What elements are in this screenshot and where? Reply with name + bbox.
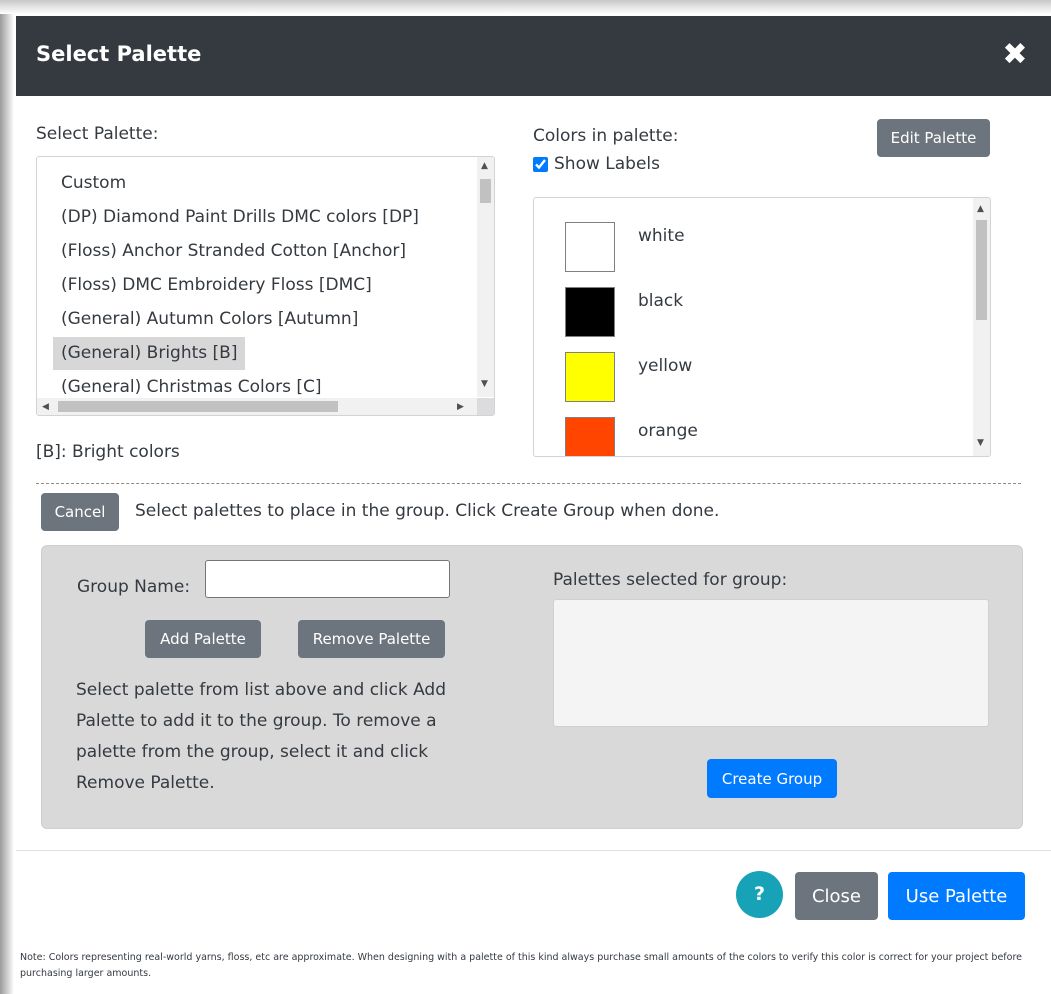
group-palettes-list[interactable] (553, 599, 989, 727)
show-labels-label: Show Labels (554, 154, 660, 174)
remove-palette-button[interactable]: Remove Palette (298, 620, 445, 658)
colors-vertical-scrollbar[interactable]: ▲ ▼ (973, 198, 990, 456)
dialog-title: Select Palette (36, 42, 202, 66)
scroll-down-arrow-icon[interactable]: ▼ (481, 379, 488, 389)
add-palette-button[interactable]: Add Palette (145, 620, 261, 658)
palette-list-horizontal-scrollbar[interactable]: ◀ ▶ (37, 398, 477, 415)
color-label: white (638, 226, 685, 246)
palette-listbox[interactable]: Custom (DP) Diamond Paint Drills DMC colo… (36, 156, 495, 416)
create-group-button[interactable]: Create Group (707, 759, 837, 798)
palettes-selected-label: Palettes selected for group: (553, 570, 788, 590)
color-label: black (638, 291, 684, 311)
palette-list-scroll-thumb[interactable] (480, 179, 491, 203)
scroll-right-arrow-icon[interactable]: ▶ (457, 402, 464, 412)
color-swatch[interactable] (565, 287, 615, 337)
group-help-text: Select palette from list above and click… (76, 680, 446, 793)
window-shadow-left (0, 0, 14, 994)
palette-list-item[interactable]: (DP) Diamond Paint Drills DMC colors [DP… (53, 201, 427, 234)
colors-in-palette-label: Colors in palette: (533, 126, 679, 146)
select-palette-label: Select Palette: (36, 124, 159, 144)
use-palette-button[interactable]: Use Palette (888, 872, 1025, 920)
close-button[interactable]: Close (795, 872, 878, 920)
palette-list-item[interactable]: (General) Brights [B] (53, 337, 246, 370)
footer-divider (16, 850, 1051, 851)
palette-list-item[interactable]: (Floss) DMC Embroidery Floss [DMC] (53, 269, 380, 302)
approximate-colors-note: Note: Colors representing real-world yar… (20, 952, 1022, 979)
color-label: yellow (638, 356, 693, 376)
palette-list-hscroll-thumb[interactable] (58, 401, 338, 412)
palette-list-item[interactable]: (Floss) Anchor Stranded Cotton [Anchor] (53, 235, 414, 268)
window-shadow-top (0, 0, 1051, 14)
scroll-up-arrow-icon[interactable]: ▲ (977, 204, 984, 214)
help-button[interactable]: ? (736, 871, 783, 918)
colors-scroll-thumb[interactable] (976, 220, 987, 320)
color-swatch[interactable] (565, 352, 615, 402)
scroll-up-arrow-icon[interactable]: ▲ (481, 161, 488, 171)
scroll-down-arrow-icon[interactable]: ▼ (977, 438, 984, 448)
group-instruction: Select palettes to place in the group. C… (135, 501, 720, 521)
palette-description: [B]: Bright colors (36, 442, 180, 462)
select-palette-dialog: Select Palette ✖ Select Palette: Custom(… (16, 16, 1051, 994)
palette-list-item[interactable]: Custom (53, 167, 134, 200)
color-swatch[interactable] (565, 417, 615, 456)
palette-colors-list[interactable]: white black yellow orange ▲ ▼ (533, 197, 991, 457)
scrollbar-corner (477, 398, 494, 415)
palette-list-vertical-scrollbar[interactable]: ▲ ▼ (477, 157, 494, 397)
cancel-group-button[interactable]: Cancel (41, 493, 119, 531)
scroll-left-arrow-icon[interactable]: ◀ (42, 402, 49, 412)
group-name-label: Group Name: (77, 577, 191, 597)
color-label: orange (638, 421, 698, 441)
section-divider (36, 483, 1021, 484)
dialog-header: Select Palette ✖ (16, 16, 1051, 96)
edit-palette-button[interactable]: Edit Palette (877, 119, 990, 157)
show-labels-checkbox[interactable] (533, 157, 548, 172)
create-group-panel: Group Name: Add Palette Remove Palette S… (41, 545, 1023, 829)
palette-list-item[interactable]: (General) Autumn Colors [Autumn] (53, 303, 366, 336)
group-name-input[interactable] (205, 560, 450, 598)
close-icon[interactable]: ✖ (1001, 36, 1029, 74)
color-swatch[interactable] (565, 222, 615, 272)
